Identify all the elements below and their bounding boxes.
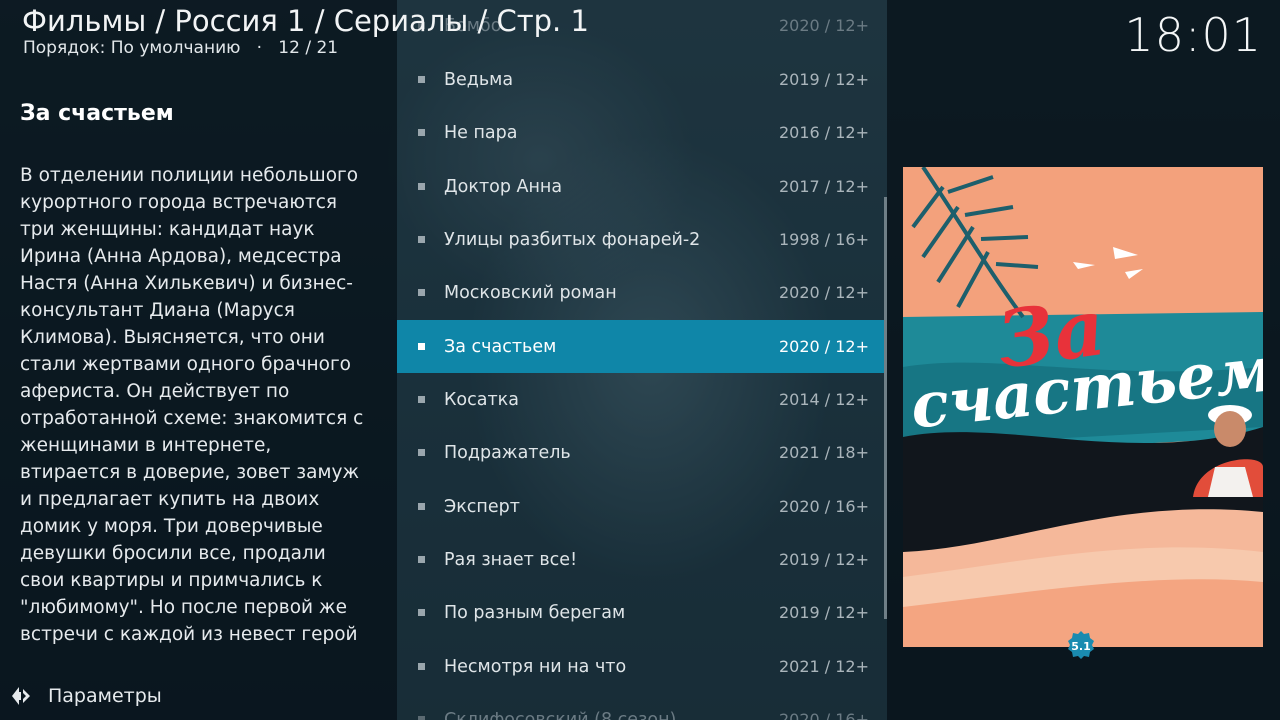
list-item[interactable]: По разным берегам 2019 / 12+ bbox=[397, 586, 884, 639]
list-item-meta: 2020 / 12+ bbox=[778, 337, 869, 356]
list-item-meta: 2019 / 12+ bbox=[778, 550, 869, 569]
settings-label: Параметры bbox=[48, 685, 162, 707]
list-item[interactable]: Рая знает все! 2019 / 12+ bbox=[397, 533, 884, 586]
bullet-icon bbox=[418, 449, 425, 456]
breadcrumb: Фильмы / Россия 1 / Сериалы / Стр. 1 bbox=[22, 4, 589, 38]
bullet-icon bbox=[418, 556, 425, 563]
plot-text: В отделении полиции небольшого курортног… bbox=[20, 165, 364, 645]
list-item-label: Не пара bbox=[444, 122, 518, 143]
list-item-label: По разным берегам bbox=[444, 602, 626, 623]
list-item[interactable]: Не пара 2016 / 12+ bbox=[397, 106, 884, 159]
list-item-meta: 2021 / 18+ bbox=[778, 443, 869, 462]
list-item-label: Московский роман bbox=[444, 282, 617, 303]
item-title: За счастьем bbox=[20, 101, 174, 126]
list-item-label: Косатка bbox=[444, 389, 519, 410]
list-item-label: Эксперт bbox=[444, 496, 520, 517]
list-item[interactable]: Несмотря ни на что 2021 / 12+ bbox=[397, 640, 884, 693]
list-item-meta: 2020 / 16+ bbox=[778, 710, 869, 720]
list-item-meta: 2014 / 12+ bbox=[778, 390, 869, 409]
audio-badge-label: 5.1 bbox=[1071, 640, 1091, 653]
bullet-icon bbox=[418, 503, 425, 510]
list-item-meta: 2019 / 12+ bbox=[778, 70, 869, 89]
separator-dot: · bbox=[245, 38, 273, 58]
bullet-icon bbox=[418, 236, 425, 243]
sort-info: Порядок: По умолчанию · 12 / 21 bbox=[23, 38, 338, 58]
list-item-label: Ведьма bbox=[444, 69, 514, 90]
list-item-label: За счастьем bbox=[444, 336, 557, 357]
list-item[interactable]: Склифосовский (8 сезон) 2020 / 16+ bbox=[397, 693, 884, 720]
bullet-icon bbox=[418, 663, 425, 670]
item-position: 12 / 21 bbox=[278, 38, 339, 58]
bullet-icon bbox=[418, 343, 425, 350]
list-item-meta: 2019 / 12+ bbox=[778, 603, 869, 622]
settings-icon bbox=[12, 687, 30, 705]
list-item[interactable]: Подражатель 2021 / 18+ bbox=[397, 426, 884, 479]
list-item-meta: 2021 / 12+ bbox=[778, 657, 869, 676]
bullet-icon bbox=[418, 609, 425, 616]
list-item-selected[interactable]: За счастьем 2020 / 12+ bbox=[397, 320, 884, 373]
list-item-label: Подражатель bbox=[444, 442, 571, 463]
sort-order[interactable]: Порядок: По умолчанию bbox=[23, 38, 240, 58]
poster-image: За счастьем bbox=[903, 167, 1263, 647]
list-item-meta: 2017 / 12+ bbox=[778, 177, 869, 196]
list-item[interactable]: Московский роман 2020 / 12+ bbox=[397, 266, 884, 319]
list-item[interactable]: Эксперт 2020 / 16+ bbox=[397, 480, 884, 533]
clock: 18:01 bbox=[1124, 8, 1262, 62]
list-item-meta: 2020 / 12+ bbox=[778, 283, 869, 302]
list-item-meta: 2016 / 12+ bbox=[778, 123, 869, 142]
audio-channels-badge: 5.1 bbox=[1068, 631, 1094, 659]
bullet-icon bbox=[418, 289, 425, 296]
list-item[interactable]: Косатка 2014 / 12+ bbox=[397, 373, 884, 426]
bullet-icon bbox=[418, 716, 425, 720]
bullet-icon bbox=[418, 129, 425, 136]
list-item[interactable]: Улицы разбитых фонарей-2 1998 / 16+ bbox=[397, 213, 884, 266]
list-item-label: Рая знает все! bbox=[444, 549, 578, 570]
bullet-icon bbox=[418, 396, 425, 403]
list-item-label: Доктор Анна bbox=[444, 176, 563, 197]
bullet-icon bbox=[418, 76, 425, 83]
list-item-meta: 2020 / 12+ bbox=[778, 16, 869, 35]
list-item[interactable]: Ведьма 2019 / 12+ bbox=[397, 53, 884, 106]
media-list[interactable]: Бомбо 2020 / 12+ Ведьма 2019 / 12+ Не пара… bbox=[397, 0, 884, 720]
settings-button[interactable]: Параметры bbox=[8, 683, 162, 709]
list-item-meta: 1998 / 16+ bbox=[778, 230, 869, 249]
list-item-meta: 2020 / 16+ bbox=[778, 497, 869, 516]
list-item-label: Склифосовский (8 сезон) bbox=[444, 709, 677, 720]
bullet-icon bbox=[418, 183, 425, 190]
list-scrollbar[interactable] bbox=[884, 197, 887, 619]
list-item-label: Улицы разбитых фонарей-2 bbox=[444, 229, 701, 250]
list-item[interactable]: Доктор Анна 2017 / 12+ bbox=[397, 160, 884, 213]
list-item-label: Несмотря ни на что bbox=[444, 656, 627, 677]
